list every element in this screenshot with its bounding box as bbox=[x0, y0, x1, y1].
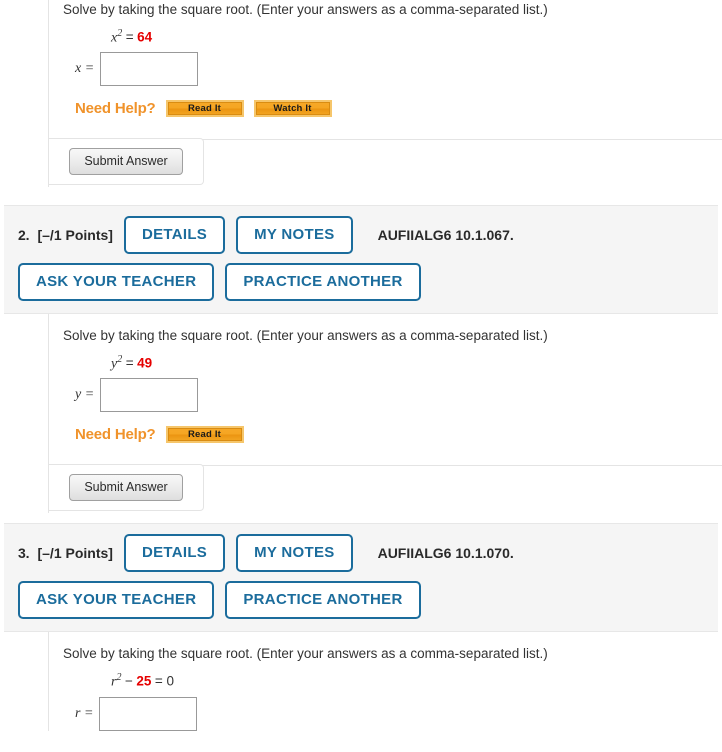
question-reference: AUFIIALG6 10.1.070. bbox=[377, 545, 514, 562]
question-number: 2. bbox=[18, 227, 30, 244]
question-prompt: Solve by taking the square root. (Enter … bbox=[63, 2, 548, 17]
submit-card: Submit Answer bbox=[49, 138, 204, 186]
question-body-3: Solve by taking the square root. (Enter … bbox=[48, 632, 722, 731]
question-number: 3. bbox=[18, 545, 30, 562]
answer-label: y = bbox=[75, 387, 95, 403]
ask-your-teacher-button[interactable]: ASK YOUR TEACHER bbox=[18, 581, 215, 620]
submit-answer-button[interactable]: Submit Answer bbox=[69, 474, 183, 502]
equation-operator: − bbox=[124, 673, 133, 689]
my-notes-button[interactable]: MY NOTES bbox=[236, 534, 353, 573]
question-header-row-primary: 2. [–/1 Points] DETAILS MY NOTES AUFIIAL… bbox=[18, 216, 718, 255]
assignment-page: Solve by taking the square root. (Enter … bbox=[0, 0, 722, 752]
equation-display: y2 = 49 bbox=[111, 354, 722, 373]
equation-value: 25 bbox=[136, 673, 152, 689]
need-help-row: Need Help? Read It bbox=[75, 426, 722, 444]
submit-zone: Submit Answer bbox=[49, 138, 722, 187]
question-header-row-secondary: ASK YOUR TEACHER PRACTICE ANOTHER bbox=[18, 263, 718, 302]
need-help-label: Need Help? bbox=[75, 426, 156, 444]
question-header-3: 3. [–/1 Points] DETAILS MY NOTES AUFIIAL… bbox=[4, 523, 718, 633]
equation-value: 49 bbox=[137, 355, 153, 371]
read-it-button[interactable]: Read It bbox=[165, 100, 244, 118]
equation-display: x2 = 64 bbox=[111, 28, 722, 47]
question-prompt: Solve by taking the square root. (Enter … bbox=[63, 328, 548, 344]
equation-display: r2 − 25 = 0 bbox=[111, 672, 722, 691]
practice-another-button[interactable]: PRACTICE ANOTHER bbox=[225, 263, 421, 302]
answer-row: r = bbox=[75, 696, 722, 731]
submit-answer-button[interactable]: Submit Answer bbox=[69, 148, 183, 176]
equation-operator: = bbox=[125, 29, 134, 45]
watch-it-button[interactable]: Watch It bbox=[253, 100, 332, 118]
need-help-row: Need Help? Read It Watch It bbox=[75, 100, 722, 118]
equation-tail: = 0 bbox=[154, 673, 175, 689]
answer-row: x = bbox=[75, 52, 722, 87]
answer-input[interactable] bbox=[99, 696, 198, 731]
equation-exponent: 2 bbox=[117, 353, 123, 365]
question-header-row-primary: 3. [–/1 Points] DETAILS MY NOTES AUFIIAL… bbox=[18, 534, 718, 573]
equation-exponent: 2 bbox=[117, 27, 123, 39]
question-points: [–/1 Points] bbox=[37, 227, 113, 244]
answer-input[interactable] bbox=[100, 378, 199, 413]
equation-exponent: 2 bbox=[116, 672, 122, 683]
question-points: [–/1 Points] bbox=[37, 545, 113, 562]
question-block-2: 2. [–/1 Points] DETAILS MY NOTES AUFIIAL… bbox=[0, 205, 722, 514]
answer-label: x = bbox=[75, 61, 95, 77]
submit-card: Submit Answer bbox=[49, 464, 204, 512]
answer-label: r = bbox=[75, 705, 94, 721]
details-button[interactable]: DETAILS bbox=[123, 534, 226, 573]
question-reference: AUFIIALG6 10.1.067. bbox=[377, 227, 514, 244]
question-block-1: Solve by taking the square root. (Enter … bbox=[0, 0, 722, 188]
my-notes-button[interactable]: MY NOTES bbox=[236, 216, 353, 255]
question-body-2: Solve by taking the square root. (Enter … bbox=[48, 314, 722, 514]
equation-value: 64 bbox=[137, 29, 153, 45]
practice-another-button[interactable]: PRACTICE ANOTHER bbox=[225, 581, 421, 620]
question-prompt: Solve by taking the square root. (Enter … bbox=[63, 646, 548, 662]
submit-zone: Submit Answer bbox=[49, 464, 722, 513]
equation-operator: = bbox=[125, 355, 134, 371]
need-help-label: Need Help? bbox=[75, 100, 156, 118]
question-header-row-secondary: ASK YOUR TEACHER PRACTICE ANOTHER bbox=[18, 581, 718, 620]
question-body-1: Solve by taking the square root. (Enter … bbox=[48, 0, 722, 188]
ask-your-teacher-button[interactable]: ASK YOUR TEACHER bbox=[18, 263, 215, 302]
answer-input[interactable] bbox=[100, 52, 199, 87]
details-button[interactable]: DETAILS bbox=[123, 216, 226, 255]
answer-row: y = bbox=[75, 378, 722, 413]
read-it-button[interactable]: Read It bbox=[165, 426, 244, 444]
question-block-3: 3. [–/1 Points] DETAILS MY NOTES AUFIIAL… bbox=[0, 523, 722, 731]
question-header-2: 2. [–/1 Points] DETAILS MY NOTES AUFIIAL… bbox=[4, 205, 718, 315]
